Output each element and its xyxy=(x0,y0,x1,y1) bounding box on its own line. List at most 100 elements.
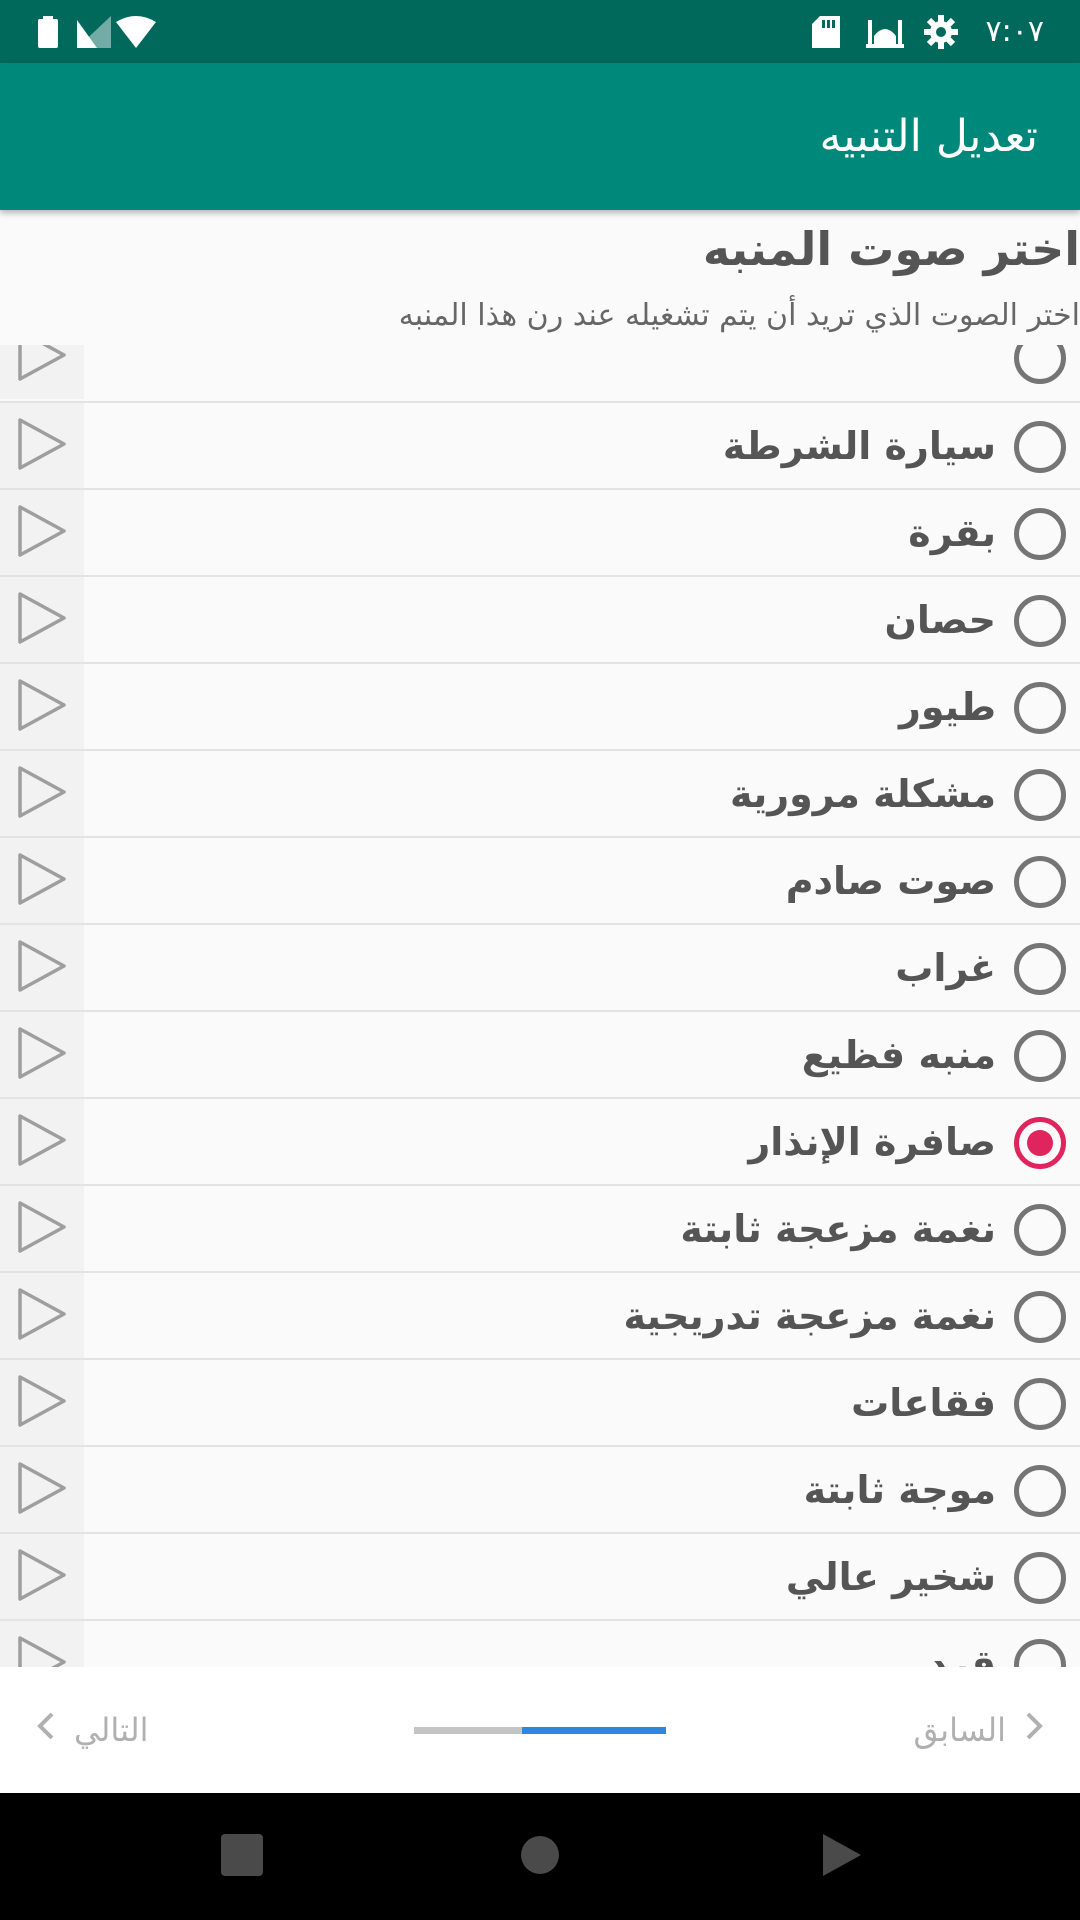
recents-button[interactable] xyxy=(212,1793,272,1920)
next-button[interactable]: التالي xyxy=(36,1667,148,1793)
play-button[interactable] xyxy=(0,1360,84,1445)
section-title: اختر صوت المنبه xyxy=(702,222,1080,276)
play-button[interactable] xyxy=(0,1099,84,1184)
section-subtitle: اختر الصوت الذي تريد أن يتم تشغيله عند ر… xyxy=(398,298,1080,333)
play-button[interactable] xyxy=(0,1621,84,1667)
play-button[interactable] xyxy=(0,1273,84,1358)
chevron-right-icon xyxy=(1024,1710,1044,1750)
sound-radio[interactable] xyxy=(1014,595,1066,647)
play-icon xyxy=(16,852,68,910)
sd-card-icon xyxy=(812,0,840,63)
sound-radio[interactable] xyxy=(1014,508,1066,560)
sound-label: غراب xyxy=(895,945,996,990)
sound-radio[interactable] xyxy=(1014,1117,1066,1169)
sound-label: صوت صادم xyxy=(785,858,996,903)
play-button[interactable] xyxy=(0,1012,84,1097)
status-bar: ٧:٠٧ xyxy=(0,0,1080,63)
sound-radio[interactable] xyxy=(1014,943,1066,995)
sound-label: بقرة xyxy=(908,510,996,555)
play-button[interactable] xyxy=(0,403,84,488)
back-button[interactable] xyxy=(812,1793,872,1920)
play-button[interactable] xyxy=(0,664,84,749)
sound-radio[interactable] xyxy=(1014,1465,1066,1517)
sound-radio[interactable] xyxy=(1014,682,1066,734)
square-icon xyxy=(221,1833,263,1880)
sound-list[interactable]: سيارة الشرطة بقرة حصان طيور مشكلة مرورية صوت … xyxy=(0,345,1080,1667)
play-icon xyxy=(16,1461,68,1519)
sound-row[interactable] xyxy=(0,345,1080,401)
next-label: التالي xyxy=(74,1711,149,1749)
sound-radio[interactable] xyxy=(1014,1378,1066,1430)
play-icon xyxy=(16,1374,68,1432)
battery-icon xyxy=(38,0,58,63)
sound-radio[interactable] xyxy=(1014,1552,1066,1604)
sound-radio[interactable] xyxy=(1014,421,1066,473)
play-icon xyxy=(16,591,68,649)
sound-radio[interactable] xyxy=(1014,1204,1066,1256)
play-button[interactable] xyxy=(0,1534,84,1619)
play-button[interactable] xyxy=(0,1186,84,1271)
sound-row[interactable]: موجة ثابتة xyxy=(0,1445,1080,1532)
play-button[interactable] xyxy=(0,1447,84,1532)
play-icon xyxy=(16,417,68,475)
sound-radio[interactable] xyxy=(1014,1030,1066,1082)
play-icon xyxy=(16,939,68,997)
home-button[interactable] xyxy=(510,1793,570,1920)
sound-row[interactable]: نغمة مزعجة ثابتة xyxy=(0,1184,1080,1271)
play-icon xyxy=(16,345,68,386)
sound-label: سيارة الشرطة xyxy=(722,423,996,468)
previous-button[interactable]: السابق xyxy=(913,1667,1044,1793)
sound-row[interactable]: صوت صادم xyxy=(0,836,1080,923)
sound-label: موجة ثابتة xyxy=(803,1467,996,1512)
sound-row[interactable]: قرد xyxy=(0,1619,1080,1667)
sound-row[interactable]: طيور xyxy=(0,662,1080,749)
sound-row[interactable]: صافرة الإنذار xyxy=(0,1097,1080,1184)
sound-label: نغمة مزعجة ثابتة xyxy=(680,1206,996,1251)
sound-row[interactable]: حصان xyxy=(0,575,1080,662)
play-button[interactable] xyxy=(0,925,84,1010)
sound-row[interactable]: شخير عالي xyxy=(0,1532,1080,1619)
sound-row[interactable]: منبه فظيع xyxy=(0,1010,1080,1097)
app-bar: تعديل التنبيه xyxy=(0,63,1080,210)
sound-list-content: سيارة الشرطة بقرة حصان طيور مشكلة مرورية صوت … xyxy=(0,345,1080,1667)
status-time: ٧:٠٧ xyxy=(985,14,1044,49)
circle-icon xyxy=(520,1835,560,1879)
play-button[interactable] xyxy=(0,751,84,836)
previous-label: السابق xyxy=(913,1711,1006,1749)
sound-label: صافرة الإنذار xyxy=(748,1119,996,1164)
sound-row[interactable]: غراب xyxy=(0,923,1080,1010)
signal-icon xyxy=(77,0,111,63)
sound-radio[interactable] xyxy=(1014,345,1066,384)
play-icon xyxy=(16,678,68,736)
play-button[interactable] xyxy=(0,838,84,923)
sound-radio[interactable] xyxy=(1014,856,1066,908)
play-icon xyxy=(16,1113,68,1171)
play-icon xyxy=(16,1026,68,1084)
play-button[interactable] xyxy=(0,345,84,399)
sound-radio[interactable] xyxy=(1014,1639,1066,1667)
play-icon xyxy=(16,504,68,562)
play-button[interactable] xyxy=(0,490,84,575)
play-icon xyxy=(16,765,68,823)
sound-label: مشكلة مرورية xyxy=(729,771,996,816)
app-title: تعديل التنبيه xyxy=(819,111,1038,162)
sound-row[interactable]: مشكلة مرورية xyxy=(0,749,1080,836)
wizard-nav: التالي السابق xyxy=(0,1667,1080,1793)
sound-row[interactable]: فقاعات xyxy=(0,1358,1080,1445)
play-icon xyxy=(16,1635,68,1667)
sound-row[interactable]: بقرة xyxy=(0,488,1080,575)
play-icon xyxy=(16,1287,68,1345)
play-button[interactable] xyxy=(0,577,84,662)
sound-row[interactable]: سيارة الشرطة xyxy=(0,401,1080,488)
step-progress-bar xyxy=(414,1727,666,1734)
sound-label: فقاعات xyxy=(851,1380,996,1425)
section-header: اختر صوت المنبه اختر الصوت الذي تريد أن … xyxy=(0,210,1080,345)
sound-row[interactable]: نغمة مزعجة تدريجية xyxy=(0,1271,1080,1358)
sound-label: حصان xyxy=(884,597,996,642)
sound-radio[interactable] xyxy=(1014,769,1066,821)
sound-label: نغمة مزعجة تدريجية xyxy=(623,1293,996,1338)
sound-radio[interactable] xyxy=(1014,1291,1066,1343)
wifi-icon xyxy=(116,0,156,63)
sound-label: منبه فظيع xyxy=(801,1032,996,1077)
mosque-icon xyxy=(866,0,904,63)
